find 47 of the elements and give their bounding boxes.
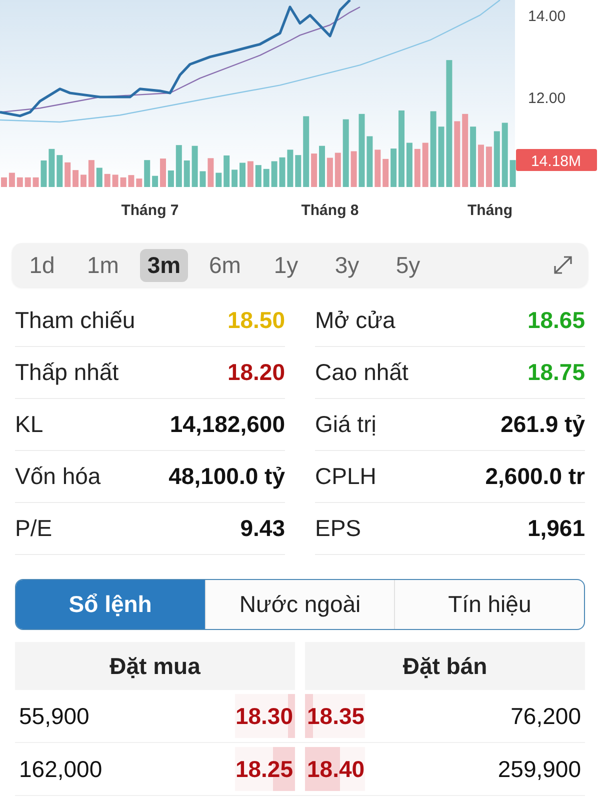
period-tab[interactable]: 1m: [79, 248, 127, 282]
stat-value: 18.20: [227, 359, 285, 386]
tab[interactable]: Sổ lệnh: [16, 580, 205, 629]
period-tab[interactable]: 1y: [262, 248, 310, 282]
stat-value: 14,182,600: [170, 411, 285, 438]
stat-value: 18.50: [227, 307, 285, 334]
stat-value: 18.75: [527, 359, 585, 386]
expand-icon[interactable]: [552, 254, 574, 276]
column-header: Đặt bán: [305, 642, 585, 690]
ask-volume: 259,900: [496, 756, 582, 782]
stat-label: Tham chiếu: [15, 307, 136, 334]
column-header: Đặt mua: [15, 642, 295, 690]
stat-label: KL: [15, 411, 44, 438]
bid-volume: 162,000: [18, 756, 104, 782]
bid-volume: 55,900: [18, 702, 90, 730]
period-tab[interactable]: 1d: [18, 248, 66, 282]
stat-label: CPLH: [315, 463, 376, 490]
axis-label: Tháng 7: [121, 202, 179, 219]
stat-label: EPS: [315, 515, 362, 542]
stat-label: Giá trị: [315, 411, 376, 438]
stat-value: 261.9 tỷ: [500, 411, 585, 438]
period-tab[interactable]: 3y: [323, 248, 371, 282]
stat-label: Vốn hóa: [15, 463, 101, 490]
bid-price: 18.25: [234, 756, 294, 782]
stat-value: 18.65: [527, 307, 585, 334]
stat-label: Thấp nhất: [15, 359, 119, 386]
stat-value: 1,961: [527, 515, 585, 542]
axis-label: 12.00: [528, 90, 566, 108]
stat-value: 9.43: [240, 515, 285, 542]
period-tab[interactable]: 6m: [201, 248, 249, 282]
axis-label: Tháng: [468, 202, 512, 219]
volume-badge: 14.18M: [516, 149, 597, 171]
stat-value: 2,600.0 tr: [485, 463, 585, 490]
axis-label: 14.00: [528, 8, 566, 26]
ask-volume: 76,200: [510, 702, 582, 730]
period-tab[interactable]: 3m: [140, 248, 188, 282]
tab[interactable]: Tín hiệu: [394, 580, 584, 629]
stat-label: P/E: [15, 515, 52, 542]
bid-price: 18.30: [234, 702, 294, 730]
ask-price: 18.35: [306, 702, 366, 730]
stat-label: Cao nhất: [315, 359, 408, 386]
period-tab[interactable]: 5y: [384, 248, 432, 282]
ask-price: 18.40: [306, 756, 366, 782]
stat-label: Mở cửa: [315, 307, 396, 334]
stat-value: 48,100.0 tỷ: [168, 463, 285, 490]
axis-label: Tháng 8: [301, 202, 359, 219]
tab[interactable]: Nước ngoài: [204, 580, 394, 629]
